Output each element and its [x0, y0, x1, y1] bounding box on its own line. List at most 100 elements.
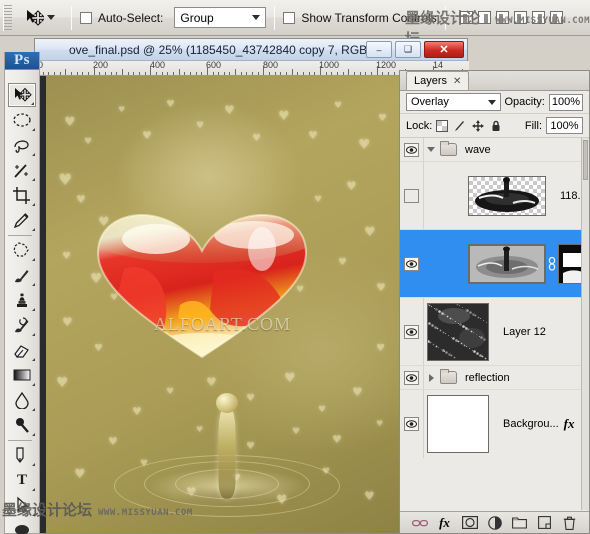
minimize-button[interactable]: – — [366, 41, 392, 58]
brush-tool[interactable] — [8, 263, 36, 287]
group-disclosure-wave[interactable] — [424, 147, 438, 152]
ruler-label-1400: 14 — [433, 61, 444, 70]
show-transform-control[interactable]: Show Transform Controls — [283, 11, 437, 25]
bokeh-heart: ♥ — [364, 225, 376, 240]
table-row[interactable]: Layer 12 — [400, 298, 589, 366]
fill-value[interactable]: 100% — [546, 117, 583, 134]
table-row[interactable]: Backgrou... fx — [400, 390, 589, 458]
group-disclosure-reflection[interactable] — [424, 373, 438, 382]
folder-icon — [440, 141, 457, 156]
lasso-tool[interactable] — [8, 133, 36, 157]
bokeh-heart: ♥ — [284, 371, 296, 386]
move-tool[interactable] — [8, 83, 36, 107]
layer-visibility-toggle[interactable] — [400, 230, 424, 297]
ruler-label-400: 400 — [150, 61, 166, 70]
layer-thumbnail[interactable] — [468, 175, 546, 216]
bokeh-heart: ♥ — [56, 375, 69, 391]
table-row[interactable]: wave — [400, 138, 589, 162]
document-title-bar[interactable]: ove_final.psd @ 25% (1185450_43742840 co… — [35, 39, 467, 61]
layer-name: Layer 12 — [503, 325, 546, 338]
close-icon[interactable]: ✕ — [453, 76, 461, 87]
scrollbar-thumb[interactable] — [583, 140, 588, 180]
lock-row: Lock: Fill: 100% — [400, 114, 589, 137]
clone-stamp-tool[interactable] — [8, 288, 36, 312]
opacity-value[interactable]: 100% — [548, 93, 583, 111]
pen-tool[interactable] — [8, 443, 36, 467]
eyedropper-tool[interactable] — [8, 208, 36, 232]
lock-transparent-pixels-icon[interactable] — [436, 119, 449, 132]
layer-visibility-toggle[interactable] — [400, 162, 424, 229]
align-left-edges-icon[interactable] — [459, 11, 473, 24]
crop-tool[interactable] — [8, 183, 36, 207]
table-row[interactable]: reflection — [400, 366, 589, 390]
type-tool[interactable]: T — [8, 468, 36, 492]
eye-hidden-icon — [404, 188, 419, 203]
eraser-tool[interactable] — [8, 338, 36, 362]
eye-icon — [404, 324, 419, 339]
water-splash-object — [112, 389, 342, 533]
patch-tool[interactable] — [8, 238, 36, 262]
bokeh-heart: ♥ — [376, 419, 384, 428]
delete-layer-button[interactable] — [562, 515, 578, 531]
auto-select-checkbox[interactable] — [80, 11, 92, 24]
add-layer-style-button[interactable]: fx — [437, 515, 453, 531]
tool-preset-chevron-down-icon[interactable] — [47, 15, 55, 20]
lock-position-icon[interactable] — [472, 119, 485, 132]
layers-panel-scrollbar[interactable] — [581, 138, 589, 510]
auto-select-control[interactable]: Auto-Select: Group — [80, 7, 267, 28]
show-transform-checkbox[interactable] — [283, 11, 296, 24]
options-bar-grip[interactable] — [3, 4, 12, 31]
lock-image-pixels-icon[interactable] — [454, 120, 466, 132]
layer-effects-icon[interactable]: fx — [564, 416, 575, 432]
layer-visibility-toggle[interactable] — [400, 138, 424, 161]
align-horizontal-centers-icon[interactable] — [477, 11, 491, 24]
link-icon[interactable] — [548, 256, 556, 271]
layer-thumbnail[interactable] — [427, 395, 489, 453]
new-layer-button[interactable] — [537, 515, 553, 531]
blend-mode-dropdown[interactable]: Overlay — [406, 93, 501, 111]
add-layer-mask-button[interactable] — [461, 515, 478, 531]
toolbox-divider — [8, 235, 32, 236]
options-bar-separator-2 — [274, 5, 276, 30]
layer-visibility-toggle[interactable] — [400, 390, 424, 458]
window-controls: – ❑ ✕ — [366, 41, 464, 58]
layer-thumbnail[interactable] — [427, 302, 489, 361]
align-right-edges-icon[interactable] — [495, 11, 509, 24]
auto-select-dropdown[interactable]: Group — [174, 7, 267, 28]
move-tool-icon — [24, 8, 46, 28]
blend-mode-chevron-down-icon — [487, 99, 496, 105]
table-row[interactable] — [400, 230, 589, 298]
gradient-tool[interactable] — [8, 363, 36, 387]
ruler-label-800: 800 — [263, 61, 279, 70]
bokeh-heart: ♥ — [358, 137, 371, 153]
bokeh-heart: ♥ — [84, 137, 93, 147]
distribute-bottom-edges-icon[interactable] — [549, 11, 563, 24]
elliptical-marquee-tool[interactable] — [8, 108, 36, 132]
layer-visibility-toggle[interactable] — [400, 298, 424, 365]
close-button[interactable]: ✕ — [424, 41, 464, 58]
photoshop-logo: Ps — [5, 52, 39, 70]
table-row[interactable]: 118... — [400, 162, 589, 230]
new-adjustment-layer-button[interactable] — [487, 515, 503, 531]
document-title: ove_final.psd @ 25% (1185450_43742840 co… — [69, 42, 382, 57]
blend-mode-value: Overlay — [411, 96, 449, 108]
ruler-label-1000: 1000 — [319, 61, 340, 70]
link-layers-button[interactable] — [411, 515, 428, 531]
history-brush-tool[interactable] — [8, 313, 36, 337]
layer-list[interactable]: wave 118... Layer 12 reflection Backgrou… — [400, 137, 589, 511]
ellipse-shape-tool[interactable] — [8, 518, 36, 534]
path-selection-tool[interactable] — [8, 493, 36, 517]
blur-tool[interactable] — [8, 388, 36, 412]
lock-all-icon[interactable] — [490, 120, 502, 132]
maximize-button[interactable]: ❑ — [395, 41, 421, 58]
bokeh-heart: ♥ — [252, 133, 261, 144]
dodge-tool[interactable] — [8, 413, 36, 437]
tool-preset-picker[interactable] — [12, 8, 63, 28]
distribute-vertical-centers-icon[interactable] — [531, 11, 545, 24]
layer-visibility-toggle[interactable] — [400, 366, 424, 389]
distribute-top-edges-icon[interactable] — [513, 11, 527, 24]
tab-layers[interactable]: Layers ✕ — [406, 71, 470, 90]
magic-wand-tool[interactable] — [8, 158, 36, 182]
layer-thumbnail[interactable] — [468, 243, 546, 284]
new-group-button[interactable] — [512, 515, 528, 531]
